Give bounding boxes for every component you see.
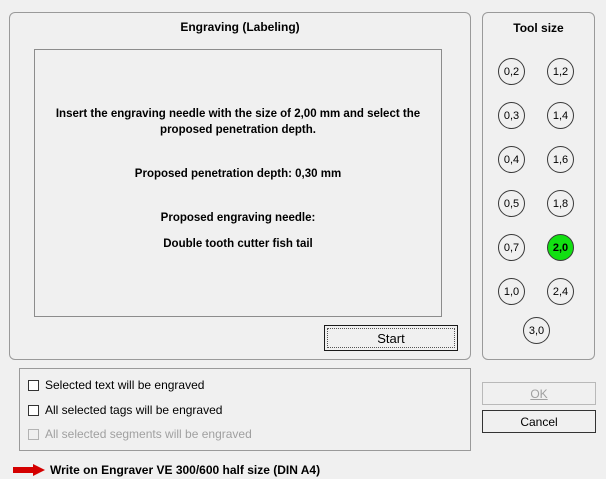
instruction-line-1: Insert the engraving needle with the siz… bbox=[55, 108, 421, 120]
tool-size-group: Tool size 0,2 1,2 0,3 1,4 0,4 1,6 0,5 1,8 0,7 2,0… bbox=[482, 12, 595, 360]
tool-size-option[interactable]: 0,2 bbox=[498, 58, 525, 85]
tool-size-option[interactable]: 0,3 bbox=[498, 102, 525, 129]
engraving-title: Engraving (Labeling) bbox=[180, 20, 300, 34]
cancel-label: Cancel bbox=[520, 414, 558, 429]
tool-size-option[interactable]: 0,5 bbox=[498, 190, 525, 217]
ok-label: OK bbox=[530, 386, 548, 401]
option-selected-text[interactable]: Selected text will be engraved bbox=[28, 378, 204, 392]
tool-size-option[interactable]: 3,0 bbox=[523, 317, 550, 344]
tool-size-option[interactable]: 1,0 bbox=[498, 278, 525, 305]
needle-heading: Proposed engraving needle: bbox=[160, 212, 316, 224]
status-text: Write on Engraver VE 300/600 half size (… bbox=[50, 463, 321, 477]
engraving-group: Engraving (Labeling) Insert the engravin… bbox=[9, 12, 471, 360]
tool-size-title: Tool size bbox=[513, 21, 564, 35]
cancel-button[interactable]: Cancel bbox=[482, 410, 596, 433]
tool-size-option[interactable]: 1,2 bbox=[547, 58, 574, 85]
checkbox[interactable] bbox=[28, 404, 39, 416]
tool-size-option[interactable]: 0,4 bbox=[498, 146, 525, 173]
ok-button: OK bbox=[482, 382, 596, 405]
tool-size-option[interactable]: 2,4 bbox=[547, 278, 574, 305]
tool-size-option[interactable]: 1,6 bbox=[547, 146, 574, 173]
option-label: All selected segments will be engraved bbox=[45, 427, 252, 441]
start-button[interactable]: Start bbox=[324, 325, 458, 351]
option-label: Selected text will be engraved bbox=[45, 378, 205, 392]
option-label: All selected tags will be engraved bbox=[45, 403, 223, 417]
tool-size-option[interactable]: 1,4 bbox=[547, 102, 574, 129]
tool-size-option[interactable]: 0,7 bbox=[498, 234, 525, 261]
needle-name: Double tooth cutter fish tail bbox=[163, 238, 313, 250]
engraving-info-panel: Insert the engraving needle with the siz… bbox=[34, 49, 442, 317]
instruction-line-2: proposed penetration depth. bbox=[160, 124, 316, 136]
tool-size-option[interactable]: 1,8 bbox=[547, 190, 574, 217]
status-bar: Write on Engraver VE 300/600 half size (… bbox=[13, 463, 320, 477]
engrave-options-group: Selected text will be engraved All selec… bbox=[19, 368, 471, 451]
checkbox[interactable] bbox=[28, 379, 39, 391]
tool-size-option[interactable]: 2,0 bbox=[547, 234, 574, 261]
right-arrow-icon bbox=[13, 464, 45, 476]
penetration-depth-text: Proposed penetration depth: 0,30 mm bbox=[134, 168, 342, 180]
option-selected-segments: All selected segments will be engraved bbox=[28, 427, 252, 441]
option-selected-tags[interactable]: All selected tags will be engraved bbox=[28, 403, 222, 417]
checkbox bbox=[28, 428, 39, 440]
